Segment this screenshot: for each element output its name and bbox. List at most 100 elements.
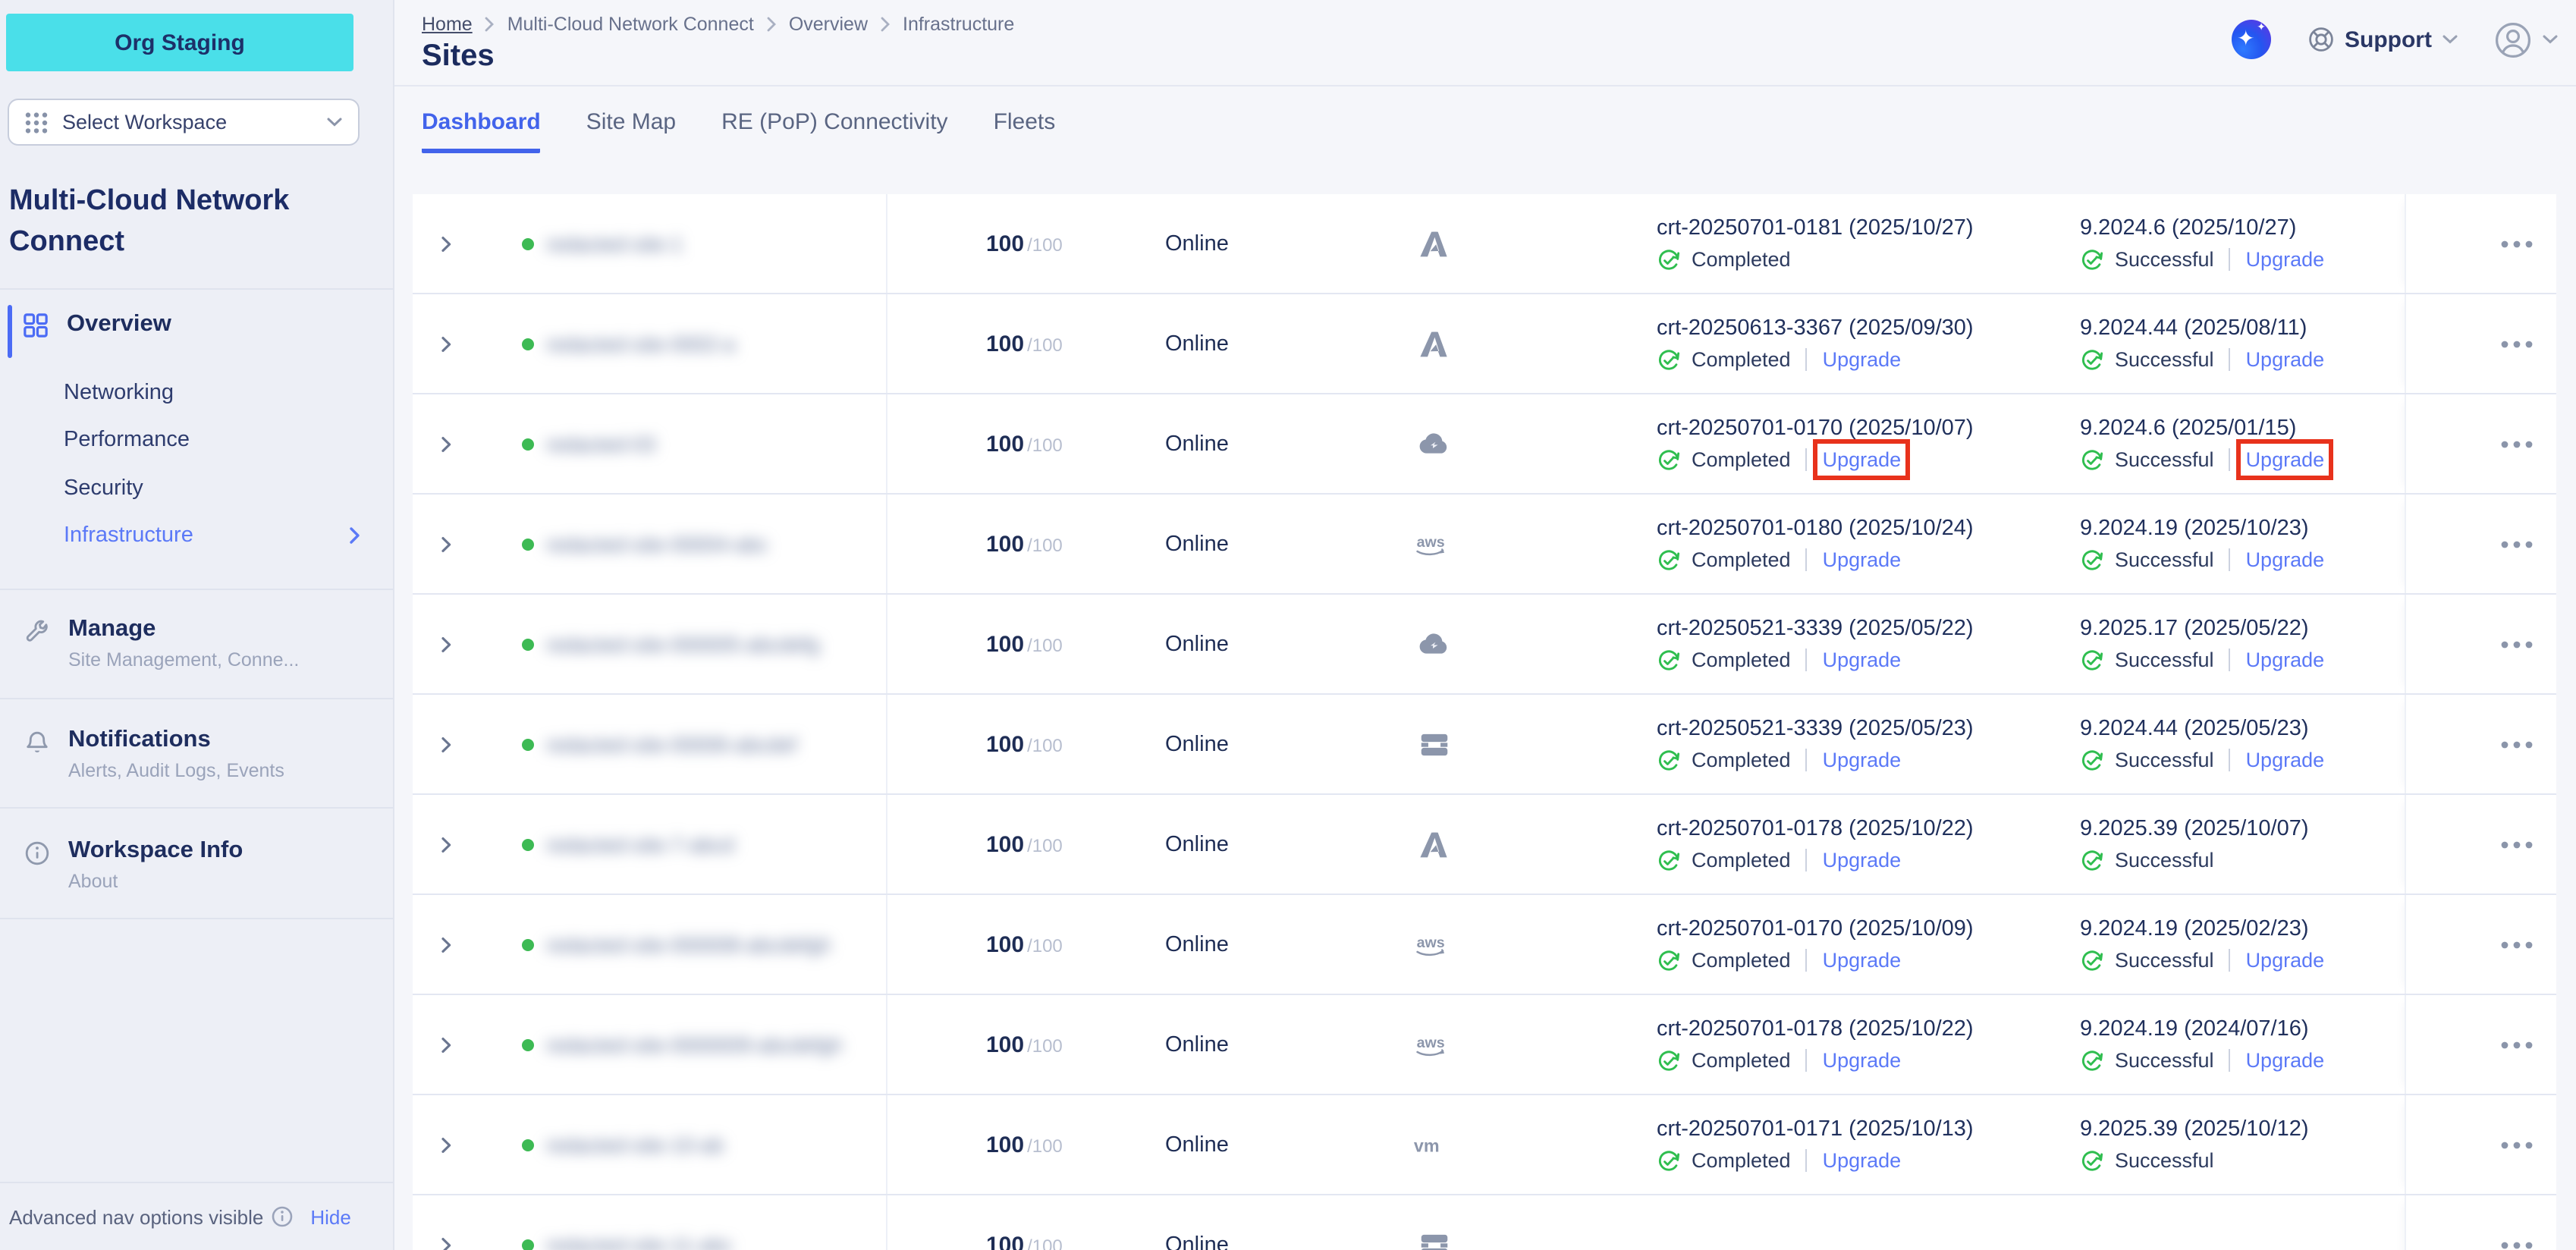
software-version-text: crt-20250701-0170 (2025/10/07) — [1657, 416, 1974, 440]
row-expand-chevron-icon[interactable] — [431, 629, 461, 659]
site-name-redacted[interactable]: redacted-site-0002-a — [546, 332, 735, 355]
row-expand-chevron-icon[interactable] — [431, 328, 461, 359]
sidebar-section-subtitle: Site Management, Conne... — [68, 649, 299, 671]
software-upgrade-link[interactable]: Upgrade — [1823, 548, 1902, 571]
sync-check-icon — [1657, 948, 1681, 972]
sync-check-icon — [1657, 247, 1681, 272]
os-upgrade-link[interactable]: Upgrade — [2246, 548, 2325, 571]
os-upgrade-link[interactable]: Upgrade — [2246, 248, 2325, 271]
software-upgrade-link[interactable]: Upgrade — [1823, 949, 1902, 972]
aws-provider-icon: aws — [1393, 1029, 1475, 1060]
os-upgrade-link[interactable]: Upgrade — [2246, 749, 2325, 771]
sync-check-icon — [1657, 748, 1681, 772]
breadcrumb-separator-icon — [880, 17, 891, 32]
row-menu-ellipsis-icon[interactable] — [2500, 740, 2534, 749]
row-expand-chevron-icon[interactable] — [431, 929, 461, 959]
sidebar-item-manage[interactable]: Manage Site Management, Conne... — [0, 595, 393, 671]
row-expand-chevron-icon[interactable] — [431, 729, 461, 759]
software-version-cell: crt-20250701-0170 (2025/10/09) Completed… — [1657, 916, 1974, 972]
row-expand-chevron-icon[interactable] — [431, 1029, 461, 1060]
row-expand-chevron-icon[interactable] — [431, 529, 461, 559]
row-menu-ellipsis-icon[interactable] — [2500, 239, 2534, 248]
software-upgrade-link[interactable]: Upgrade — [1823, 1149, 1902, 1172]
sidebar-item-workspace-info[interactable]: Workspace Info About — [0, 816, 393, 892]
connectivity-status: Online — [1165, 732, 1229, 756]
sidebar-item-notifications[interactable]: Notifications Alerts, Audit Logs, Events — [0, 705, 393, 781]
site-name-redacted[interactable]: redacted-site-10-ab — [546, 1133, 724, 1156]
row-expand-chevron-icon[interactable] — [431, 429, 461, 459]
software-upgrade-link[interactable]: Upgrade — [1823, 849, 1902, 872]
breadcrumb-item-home[interactable]: Home — [422, 14, 473, 35]
os-upgrade-link[interactable]: Upgrade — [2246, 949, 2325, 972]
row-menu-ellipsis-icon[interactable] — [2500, 940, 2534, 949]
site-name-redacted[interactable]: redacted-site-0000009-abcdefgh — [546, 1033, 842, 1056]
row-expand-chevron-icon[interactable] — [431, 228, 461, 259]
software-upgrade-link[interactable]: Upgrade — [1823, 1049, 1902, 1072]
sync-check-icon — [2080, 648, 2104, 672]
sidebar-subitem-networking[interactable]: Networking — [64, 369, 361, 416]
ai-assistant-button[interactable]: ✦ ✦ — [2231, 20, 2270, 59]
health-score: 100/100 — [986, 231, 1063, 256]
row-menu-ellipsis-icon[interactable] — [2500, 339, 2534, 348]
site-name-redacted[interactable]: redacted-site-000005-abcdefg — [546, 633, 819, 655]
software-version-text: crt-20250701-0170 (2025/10/09) — [1657, 916, 1974, 941]
software-upgrade-link[interactable]: Upgrade — [1823, 448, 1902, 471]
sidebar-item-overview[interactable]: Overview — [23, 311, 171, 338]
site-health-dot — [522, 1139, 534, 1151]
row-menu-ellipsis-icon[interactable] — [2500, 1240, 2534, 1249]
os-version-text: 9.2025.39 (2025/10/12) — [2080, 1117, 2309, 1141]
row-expand-chevron-icon[interactable] — [431, 829, 461, 859]
row-menu-ellipsis-icon[interactable] — [2500, 639, 2534, 649]
os-version-cell: 9.2024.6 (2025/10/27) Successful Upgrade — [2080, 215, 2324, 272]
hide-advanced-nav-link[interactable]: Hide — [310, 1205, 351, 1228]
site-name-redacted[interactable]: redacted-site-00004-abc — [546, 532, 768, 555]
row-expand-chevron-icon[interactable] — [431, 1230, 461, 1250]
sync-check-icon — [2080, 347, 2104, 372]
software-status-text: Completed — [1692, 248, 1791, 271]
site-name-redacted[interactable]: redacted-site-00006-abcdef — [546, 733, 796, 755]
chevron-right-icon — [349, 526, 361, 544]
breadcrumb-separator-icon — [485, 17, 495, 32]
row-menu-ellipsis-icon[interactable] — [2500, 539, 2534, 548]
software-status-text: Completed — [1692, 1149, 1791, 1172]
sidebar-subitem-performance[interactable]: Performance — [64, 416, 361, 464]
os-upgrade-link[interactable]: Upgrade — [2246, 1049, 2325, 1072]
row-menu-ellipsis-icon[interactable] — [2500, 439, 2534, 448]
software-upgrade-link[interactable]: Upgrade — [1823, 348, 1902, 371]
tab-site-map[interactable]: Site Map — [586, 109, 676, 153]
os-status-text: Successful — [2115, 649, 2214, 671]
sidebar-subitem-infrastructure[interactable]: Infrastructure — [64, 512, 361, 560]
software-status-text: Completed — [1692, 949, 1791, 972]
support-menu[interactable]: Support — [2307, 26, 2458, 53]
os-status-text: Successful — [2115, 749, 2214, 771]
os-upgrade-link[interactable]: Upgrade — [2246, 649, 2325, 671]
os-upgrade-link[interactable]: Upgrade — [2246, 348, 2325, 371]
table-row: redacted-site-11-abc 100/100 Online — [413, 1195, 2556, 1250]
divider — [1806, 749, 1808, 771]
account-menu[interactable] — [2494, 20, 2558, 58]
site-name-redacted[interactable]: redacted-03 — [546, 432, 655, 455]
sync-check-icon — [1657, 648, 1681, 672]
software-upgrade-link[interactable]: Upgrade — [1823, 649, 1902, 671]
tab-re-pop-connectivity[interactable]: RE (PoP) Connectivity — [721, 109, 947, 153]
tab-fleets[interactable]: Fleets — [994, 109, 1056, 153]
os-status-text: Successful — [2115, 448, 2214, 471]
support-label: Support — [2345, 27, 2432, 52]
site-name-redacted[interactable]: redacted-site-1 — [546, 232, 683, 255]
workspace-selector[interactable]: Select Workspace — [8, 99, 360, 146]
health-score: 100/100 — [986, 431, 1063, 457]
row-menu-ellipsis-icon[interactable] — [2500, 840, 2534, 849]
row-menu-ellipsis-icon[interactable] — [2500, 1040, 2534, 1049]
os-upgrade-link[interactable]: Upgrade — [2246, 448, 2325, 471]
software-upgrade-link[interactable]: Upgrade — [1823, 749, 1902, 771]
row-menu-ellipsis-icon[interactable] — [2500, 1140, 2534, 1149]
site-name-redacted[interactable]: redacted-site-11-abc — [546, 1233, 733, 1250]
health-score: 100/100 — [986, 1032, 1063, 1057]
site-name-redacted[interactable]: redacted-site-000008-abcdefgh — [546, 933, 831, 956]
software-status-text: Completed — [1692, 348, 1791, 371]
sidebar-subitem-security[interactable]: Security — [64, 464, 361, 512]
site-name-redacted[interactable]: redacted-site-7-abcd — [546, 833, 734, 856]
software-version-cell: crt-20250701-0180 (2025/10/24) Completed… — [1657, 516, 1974, 572]
tab-dashboard[interactable]: Dashboard — [422, 109, 541, 153]
row-expand-chevron-icon[interactable] — [431, 1129, 461, 1160]
